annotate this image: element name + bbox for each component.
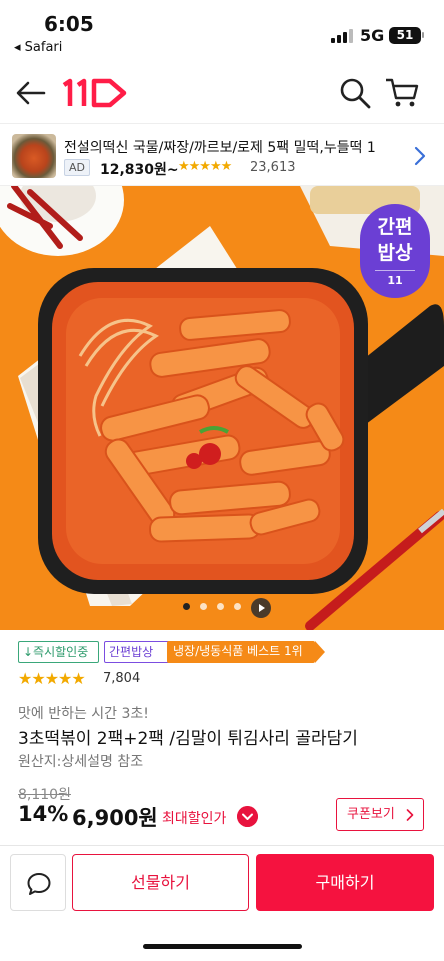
quick-meal-tag: 간편밥상 [104,641,174,663]
ad-star-rating: ★★★★★ [178,159,232,174]
ad-thumbnail-image [12,134,56,178]
search-icon[interactable] [338,76,372,110]
product-review-count[interactable]: 7,804 [103,671,140,686]
best-seller-tag: 냉장/냉동식품 베스트 1위 [167,641,325,663]
carousel-pager [183,598,283,618]
ad-title: 전설의떡신 국물/짜장/까르보/로제 5팩 밀떡,누들떡 1 [64,140,376,156]
product-origin: 원산지:상세설명 참조 [18,754,144,770]
battery-icon: 51 [389,27,424,44]
status-time: 6:05 [44,12,94,36]
pager-dot[interactable] [234,603,241,610]
coupon-button[interactable]: 쿠폰보기 [336,798,424,831]
product-image-carousel[interactable]: 간편 밥상 11 [0,186,444,630]
original-price: 8,110원 [18,787,71,803]
product-name: 3초떡볶이 2팩+2팩 /김말이 튀김사리 골라담기 [18,729,358,749]
ad-price: 12,830원~ [100,162,179,178]
product-subtitle: 맛에 반하는 시간 3초! [18,706,149,722]
app-header [0,62,444,124]
pager-dot-active[interactable] [183,603,190,610]
product-star-rating: ★★★★★ [18,669,86,688]
play-icon[interactable] [251,598,271,618]
home-indicator[interactable] [143,944,302,949]
badge-line1: 간편 [377,216,413,238]
instant-discount-tag: ↓즉시할인중 [18,641,99,663]
back-to-safari-link[interactable]: ◂ Safari [14,40,62,55]
chevron-right-icon [406,809,414,821]
badge-line2: 밥상 [377,242,413,264]
ad-badge: AD [64,159,90,176]
logo-icon[interactable] [58,76,130,110]
pager-dot[interactable] [200,603,207,610]
max-discount-label[interactable]: 최대할인가 [162,808,226,828]
gift-button[interactable]: 선물하기 [72,854,249,911]
cart-icon[interactable] [384,76,420,110]
discount-rate: 14% [18,802,69,826]
quick-meal-badge: 간편 밥상 11 [360,204,430,298]
divider [0,845,444,846]
chevron-right-icon[interactable] [413,146,427,166]
badge-logo: 11 [375,270,415,287]
coupon-label: 쿠폰보기 [347,807,395,822]
chevron-down-icon[interactable] [237,806,258,827]
pager-dot[interactable] [217,603,224,610]
back-arrow-icon[interactable] [14,78,48,108]
chat-button[interactable] [10,854,66,911]
ad-review-count: 23,613 [250,160,296,175]
sale-price: 6,900원 [72,806,158,830]
ad-banner[interactable]: 전설의떡신 국물/짜장/까르보/로제 5팩 밀떡,누들떡 1 AD 12,830… [0,126,444,186]
buy-button[interactable]: 구매하기 [256,854,434,911]
status-bar: 6:05 ◂ Safari 5G 51 [0,0,444,60]
signal-icon [331,29,353,43]
chat-bubble-icon [27,873,51,895]
network-type: 5G [360,26,385,45]
